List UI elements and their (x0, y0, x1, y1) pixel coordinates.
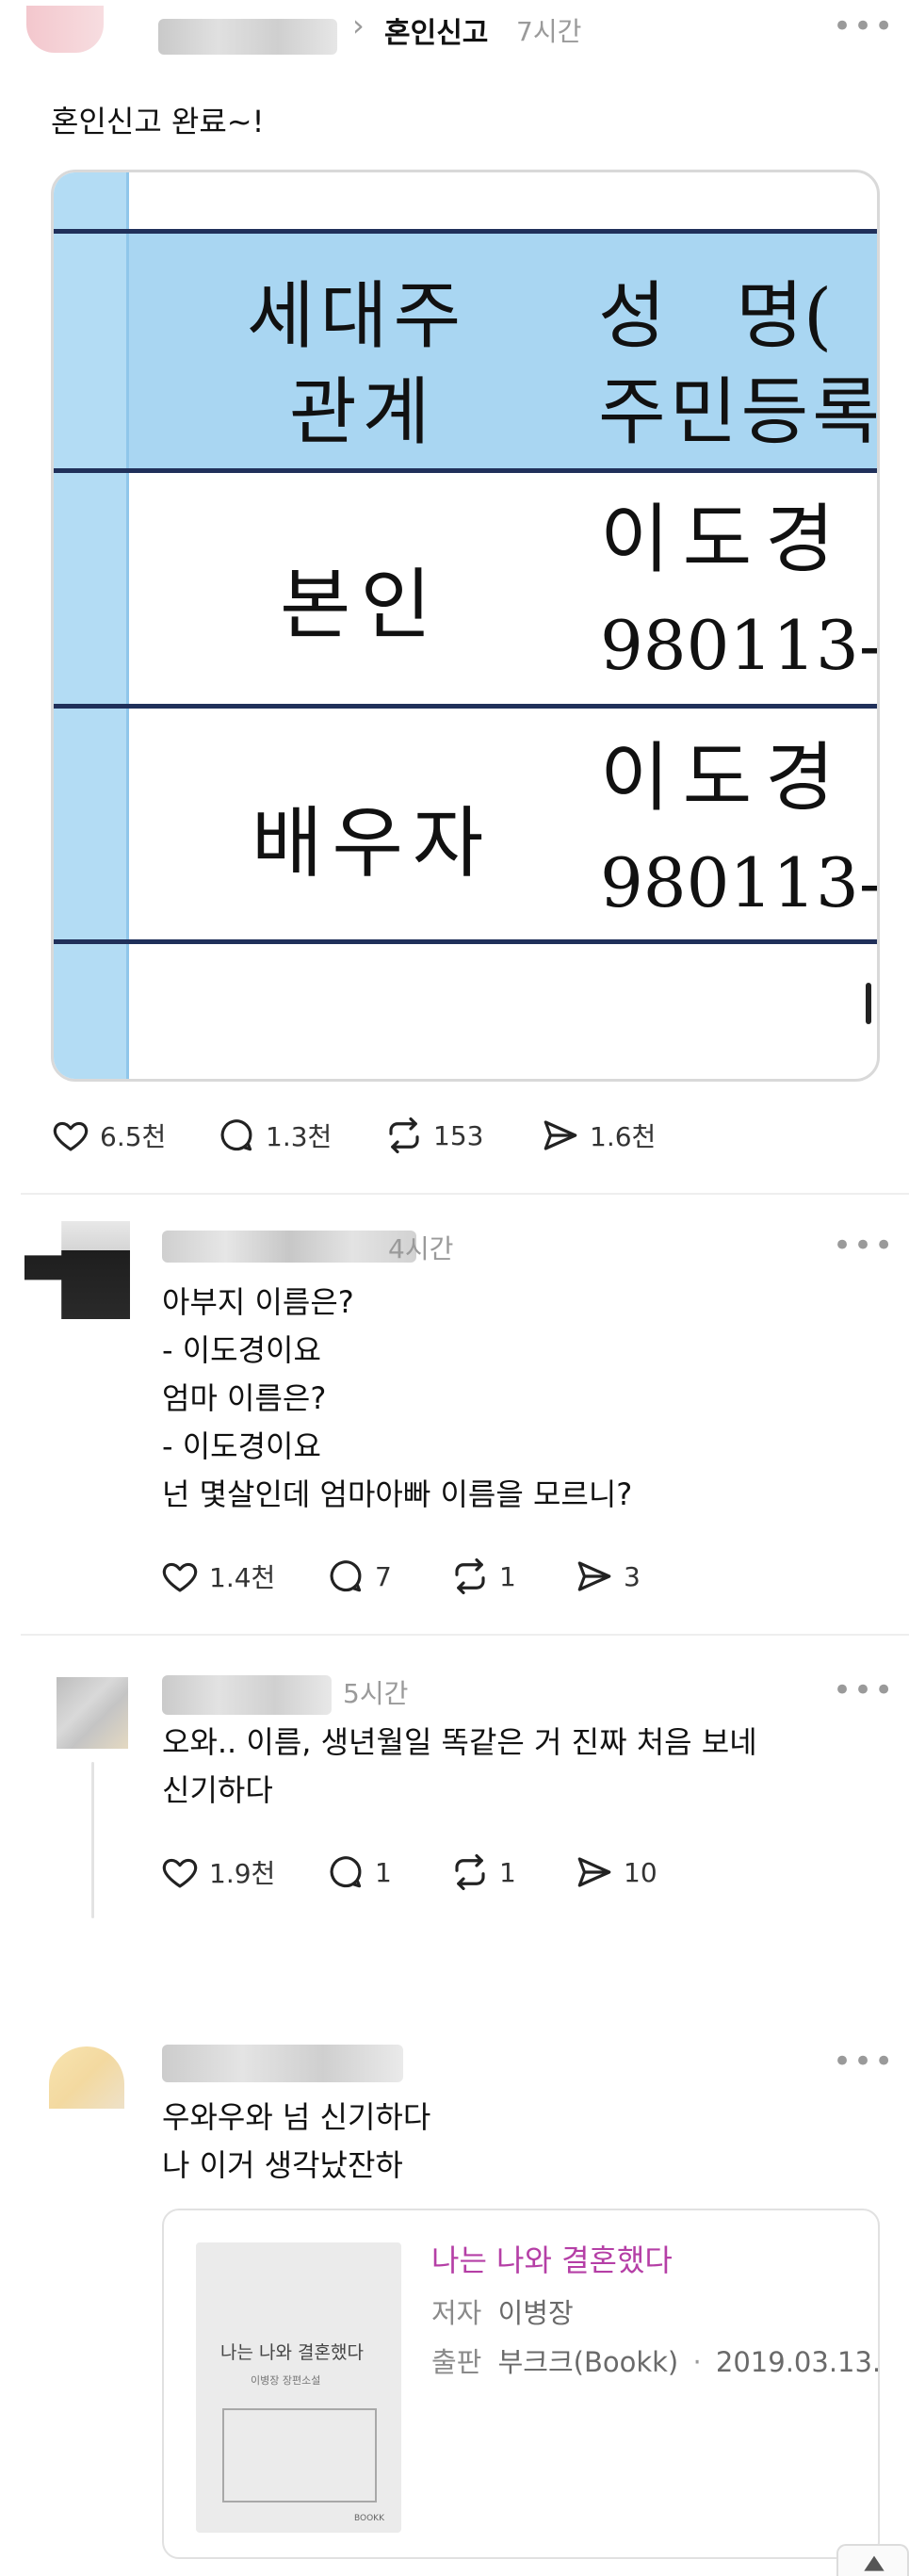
cover-frame (222, 2408, 377, 2503)
heart-icon (162, 1858, 198, 1888)
comment-icon (330, 1560, 362, 1592)
repost-button[interactable]: 153 (384, 1116, 541, 1155)
avatar[interactable] (26, 6, 104, 53)
header-name-line1: 성 명( (598, 274, 833, 359)
repost-icon (455, 1557, 485, 1595)
share-button[interactable]: 10 (575, 1852, 657, 1892)
cover-author: 이병장 장편소설 (251, 2374, 321, 2387)
breadcrumb-chevron-icon: › (352, 8, 365, 43)
post-time: 7시간 (516, 16, 582, 47)
more-options-icon[interactable]: ••• (833, 1671, 895, 1709)
cover-title: 나는 나와 결혼했다 (220, 2342, 364, 2363)
row2-id: 980113- (600, 843, 880, 922)
publish-date: 2019.03.13. (715, 2346, 880, 2378)
comment-button[interactable]: 1 (326, 1852, 450, 1892)
repost-count: 1 (499, 1856, 516, 1888)
header-relation-line2: 관계 (289, 370, 436, 455)
like-button[interactable]: 1.9천 (160, 1852, 326, 1892)
reply-time: 4시간 (388, 1233, 454, 1264)
table-line (54, 229, 877, 234)
row2-relation: 배우자 (252, 799, 494, 889)
reply-actions: 1.9천 1 1 10 (160, 1852, 657, 1892)
like-button[interactable]: 6.5천 (51, 1116, 217, 1155)
comment-button[interactable]: 7 (326, 1557, 450, 1596)
avatar[interactable] (24, 1221, 130, 1319)
like-count: 1.4천 (209, 1562, 276, 1593)
more-options-icon[interactable]: ••• (833, 1227, 895, 1264)
reply-text: 우와우와 넘 신기하다 나 이거 생각났잔하 (162, 2099, 431, 2183)
separator: · (692, 2346, 702, 2378)
header-name-line2: 주민등록 (598, 370, 880, 455)
comment-icon (220, 1119, 252, 1151)
like-count: 6.5천 (100, 1121, 167, 1152)
share-icon (544, 1120, 577, 1150)
comment-count: 7 (375, 1560, 392, 1592)
share-count: 3 (624, 1560, 641, 1592)
comment-count: 1 (375, 1856, 392, 1888)
share-button[interactable]: 1.6천 (541, 1116, 656, 1155)
username-redacted[interactable] (158, 19, 337, 55)
comment-count: 1.3천 (266, 1121, 333, 1152)
repost-icon (389, 1117, 419, 1154)
row1-id: 980113- (600, 606, 880, 685)
cover-publisher: BOOKK (354, 2514, 384, 2523)
repost-count: 1 (499, 1560, 516, 1592)
like-count: 1.9천 (209, 1858, 276, 1889)
username-redacted[interactable] (162, 1231, 416, 1263)
author-value: 이병장 (497, 2297, 574, 2329)
book-title[interactable]: 나는 나와 결혼했다 (431, 2237, 673, 2280)
username-redacted[interactable] (162, 1675, 332, 1715)
book-publisher-row: 출판 부크크(Bookk) · 2019.03.13. (431, 2340, 880, 2380)
author-label: 저자 (431, 2297, 482, 2329)
post-image[interactable]: 세대주 관계 성 명( 주민등록 본인 이도경 980113- 배우자 이도경 … (51, 170, 880, 1082)
reply-text: 오와.. 이름, 생년월일 똑같은 거 진짜 처음 보네 신기하다 (162, 1724, 757, 1808)
repost-button[interactable]: 1 (450, 1852, 575, 1892)
table-line (54, 704, 877, 709)
reply-text: 아부지 이름은? - 이도경이요 엄마 이름은? - 이도경이요 넌 몇살인데 … (162, 1284, 633, 1512)
share-button[interactable]: 3 (575, 1557, 641, 1596)
header-relation-line1: 세대주 (247, 274, 467, 359)
avatar[interactable] (57, 1677, 128, 1749)
comment-button[interactable]: 1.3천 (217, 1116, 384, 1155)
more-options-icon[interactable]: ••• (833, 2043, 895, 2080)
scroll-to-top-button[interactable] (836, 2544, 909, 2576)
row1-name: 이도경 (600, 496, 848, 583)
repost-button[interactable]: 1 (450, 1557, 575, 1596)
share-count: 10 (624, 1856, 657, 1888)
table-line (54, 939, 877, 944)
heart-icon (53, 1121, 89, 1151)
book-cover-image: 나는 나와 결혼했다 이병장 장편소설 BOOKK (196, 2242, 401, 2533)
reply-actions: 1.4천 7 1 3 (160, 1557, 641, 1596)
thread-line (91, 1762, 94, 1918)
comment-icon (330, 1856, 362, 1888)
divider (21, 1193, 909, 1195)
repost-count: 153 (433, 1119, 484, 1151)
post-text: 혼인신고 완료~! (51, 104, 265, 139)
share-icon (577, 1561, 611, 1591)
heart-icon (162, 1562, 198, 1592)
book-link-card[interactable]: 나는 나와 결혼했다 이병장 장편소설 BOOKK 나는 나와 결혼했다 저자 … (162, 2209, 880, 2559)
more-options-icon[interactable]: ••• (833, 8, 895, 45)
like-button[interactable]: 1.4천 (160, 1557, 326, 1596)
arrow-up-icon (864, 2555, 885, 2571)
book-author-row: 저자 이병장 (431, 2291, 574, 2331)
publisher-value: 부크크(Bookk) (497, 2346, 679, 2378)
reply-time: 5시간 (343, 1678, 409, 1709)
avatar[interactable] (49, 2046, 124, 2109)
image-scrollbar (866, 983, 871, 1024)
topic-tag[interactable]: 혼인신고 (384, 9, 488, 51)
divider (21, 1634, 909, 1636)
username-redacted[interactable] (162, 2045, 403, 2082)
table-line (54, 468, 877, 473)
share-icon (577, 1857, 611, 1887)
repost-icon (455, 1853, 485, 1891)
row2-name: 이도경 (600, 734, 848, 822)
row1-relation: 본인 (280, 561, 441, 650)
share-count: 1.6천 (590, 1121, 657, 1152)
publisher-label: 출판 (431, 2346, 482, 2378)
post-actions: 6.5천 1.3천 153 1.6천 (51, 1116, 656, 1155)
